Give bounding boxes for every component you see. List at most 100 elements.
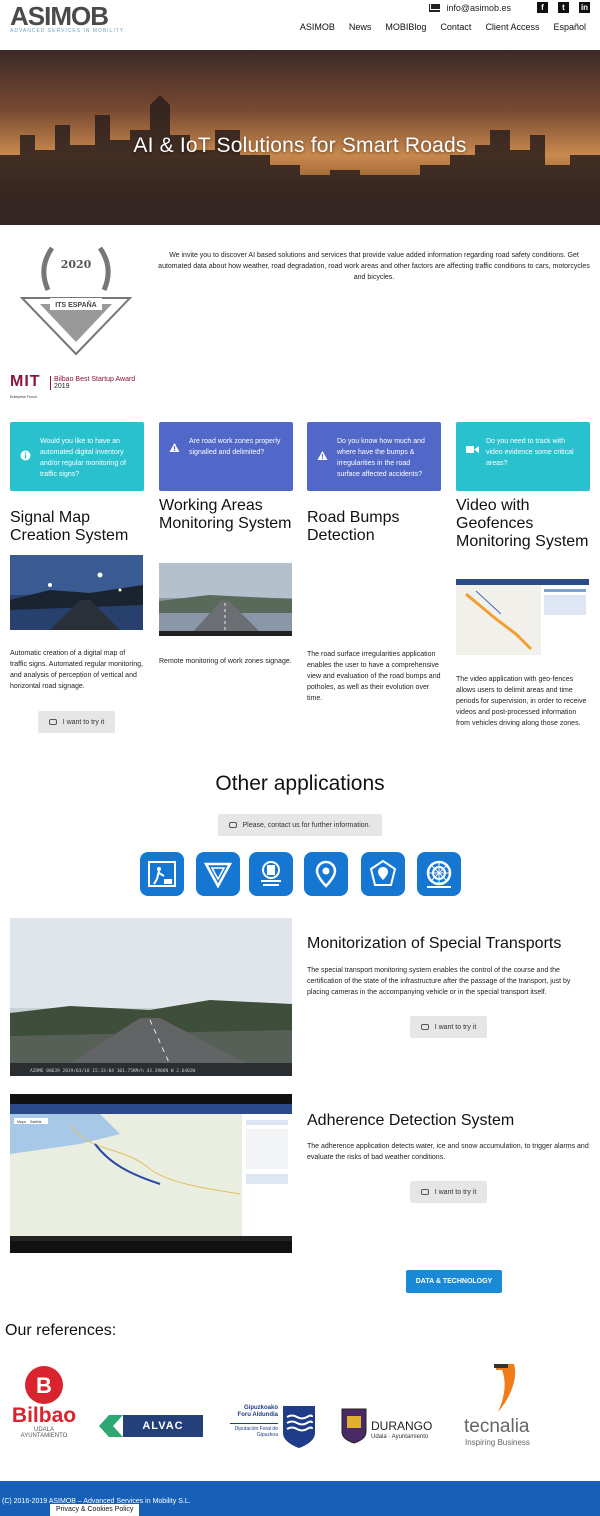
bilbao-logo[interactable]: B Bilbao UDALA AYUNTAMIENTO <box>8 1365 80 1457</box>
chat-icon <box>420 1189 429 1195</box>
working-areas-photo <box>159 563 292 636</box>
nav-item-asimob[interactable]: ASIMOB <box>300 22 335 32</box>
try-it-label: I want to try it <box>62 718 105 726</box>
gipuzkoa-shield-icon <box>283 1406 315 1448</box>
warning-icon <box>169 443 180 452</box>
gipuzkoa-name: Gipuzkoako Foru Aldundia <box>237 1405 278 1418</box>
svg-text:Satélite: Satélite <box>30 1120 42 1124</box>
highway-dashcam-image: AZOME 00639 2019/03/18 15:33:04 101.75KM… <box>10 918 292 1076</box>
its-espana-award-logo: 2020 ITS ESPAÑA <box>20 246 132 356</box>
nav-item-mobiblog[interactable]: MOBIBlog <box>385 22 426 32</box>
intro-text: We invite you to discover AI based solut… <box>158 252 590 281</box>
try-it-button-special-transports[interactable]: I want to try it <box>410 1016 487 1038</box>
night-road-image <box>10 555 143 630</box>
nav-item-contact[interactable]: Contact <box>440 22 471 32</box>
card-text: Do you know how much and where have the … <box>337 438 425 478</box>
try-it-button[interactable]: I want to try it <box>38 711 115 733</box>
signal-map-photo <box>10 555 143 630</box>
video-geofences-title: Video with Geofences Monitoring System <box>456 497 589 550</box>
hero-banner: AI & IoT Solutions for Smart Roads <box>0 50 600 225</box>
video-geofences-desc: The video application with geo-fences al… <box>456 676 587 727</box>
logo-tagline: ADVANCED SERVICES IN MOBILITY <box>10 28 125 34</box>
geofence-map-screenshot <box>456 579 589 655</box>
durango-shield-icon <box>341 1408 367 1444</box>
road-bumps-title: Road Bumps Detection <box>307 509 400 544</box>
durango-sub: Udala · Ayuntamiento <box>371 1434 429 1440</box>
alvac-mark-icon <box>99 1415 123 1437</box>
svg-text:B: B <box>36 1373 52 1398</box>
references-title: Our references: <box>5 1322 117 1339</box>
special-transports-desc: The special transport monitoring system … <box>307 967 571 996</box>
contact-label: Please, contact us for further informati… <box>242 821 371 829</box>
special-transport-photo: AZOME 00639 2019/03/18 15:33:04 101.75KM… <box>10 918 292 1076</box>
roadwork-icon[interactable] <box>140 852 184 896</box>
wheel-icon[interactable] <box>417 852 461 896</box>
mit-award-text: Bilbao Best Startup Award 2019 <box>50 376 150 390</box>
question-card-video: Do you need to track with video evidence… <box>456 422 590 491</box>
contact-button[interactable]: Please, contact us for further informati… <box>218 814 382 836</box>
site-header: ASIMOB ADVANCED SERVICES IN MOBILITY inf… <box>0 0 600 50</box>
warning-icon <box>317 451 328 460</box>
signal-map-desc: Automatic creation of a digital map of t… <box>10 650 143 690</box>
yield-sign-icon[interactable] <box>196 852 240 896</box>
other-applications-title: Other applications <box>215 772 385 795</box>
geofence-pin-icon[interactable] <box>361 852 405 896</box>
tecnalia-sub: Inspiring Business <box>465 1438 530 1447</box>
svg-text:Mapa: Mapa <box>17 1120 26 1124</box>
card-text: Are road work zones properly signalled a… <box>189 438 281 456</box>
tecnalia-logo[interactable]: tecnalia Inspiring Business <box>462 1362 542 1452</box>
gipuzkoa-logo[interactable]: Gipuzkoako Foru Aldundia Diputación Fora… <box>230 1405 320 1451</box>
alvac-logo[interactable]: ALVAC <box>99 1415 203 1437</box>
card-text: Do you need to track with video evidence… <box>486 438 574 467</box>
main-nav: ASIMOB News MOBIBlog Contact Client Acce… <box>300 22 586 32</box>
svg-text:AZOME 00639 2019/03/18 15:33:0: AZOME 00639 2019/03/18 15:33:04 101.75KM… <box>30 1068 196 1074</box>
working-areas-desc: Remote monitoring of work zones signage. <box>159 658 292 665</box>
try-it-button-adherence[interactable]: I want to try it <box>410 1181 487 1203</box>
top-bar: info@asimob.es f t in <box>429 2 590 13</box>
tecnalia-name: tecnalia <box>464 1416 530 1437</box>
adherence-desc: The adherence application detects water,… <box>307 1143 589 1161</box>
nav-item-client-access[interactable]: Client Access <box>485 22 539 32</box>
question-card-signals: Would you like to have an automated digi… <box>10 422 144 491</box>
durango-name: DURANGO <box>371 1419 433 1433</box>
facebook-icon[interactable]: f <box>537 2 548 13</box>
location-pin-icon[interactable] <box>304 852 348 896</box>
working-areas-title: Working Areas Monitoring System <box>159 497 292 532</box>
data-technology-button[interactable]: DATA & TECHNOLOGY <box>406 1270 502 1293</box>
adherence-title: Adherence Detection System <box>307 1112 515 1129</box>
adherence-map-image: Mapa Satélite <box>10 1094 292 1253</box>
email-link[interactable]: info@asimob.es <box>429 3 511 13</box>
info-icon <box>20 450 31 461</box>
envelope-icon <box>429 3 441 12</box>
gipuzkoa-sub: Diputación Foral de Gipuzkoa <box>230 1423 278 1438</box>
highway-image <box>159 563 292 636</box>
chat-icon <box>420 1024 429 1030</box>
try-it-label: I want to try it <box>434 1188 477 1196</box>
adherence-map-screenshot: Mapa Satélite <box>10 1094 292 1253</box>
traffic-light-icon[interactable] <box>249 852 293 896</box>
asimob-logo[interactable]: ASIMOB ADVANCED SERVICES IN MOBILITY <box>10 2 128 34</box>
try-it-label: I want to try it <box>434 1023 477 1031</box>
mit-award-logo: MIT Enterprise Forum Bilbao Best Startup… <box>10 373 150 403</box>
svg-text:2020: 2020 <box>61 258 92 271</box>
linkedin-icon[interactable]: in <box>579 2 590 13</box>
chat-icon <box>48 719 57 725</box>
question-card-bumps: Do you know how much and where have the … <box>307 422 441 491</box>
bilbao-sub2: AYUNTAMIENTO <box>20 1433 68 1439</box>
nav-item-language[interactable]: Español <box>553 22 586 32</box>
signal-map-title: Signal Map Creation System <box>10 509 129 544</box>
video-icon <box>466 446 479 453</box>
email-address: info@asimob.es <box>446 2 511 13</box>
nav-item-news[interactable]: News <box>349 22 372 32</box>
privacy-cookies-link[interactable]: Privacy & Cookies Policy <box>50 1504 140 1516</box>
svg-text:ITS ESPAÑA: ITS ESPAÑA <box>55 300 97 309</box>
mit-sub-text: Enterprise Forum <box>10 395 38 399</box>
bilbao-name: Bilbao <box>11 1404 77 1427</box>
chat-icon <box>229 822 238 828</box>
durango-logo[interactable]: DURANGO Udala · Ayuntamiento <box>341 1408 446 1446</box>
alvac-name: ALVAC <box>123 1415 203 1437</box>
twitter-icon[interactable]: t <box>558 2 569 13</box>
tecnalia-mark-icon <box>494 1364 516 1412</box>
logo-wordmark: ASIMOB <box>10 1 109 31</box>
geofence-map-image <box>456 579 589 655</box>
